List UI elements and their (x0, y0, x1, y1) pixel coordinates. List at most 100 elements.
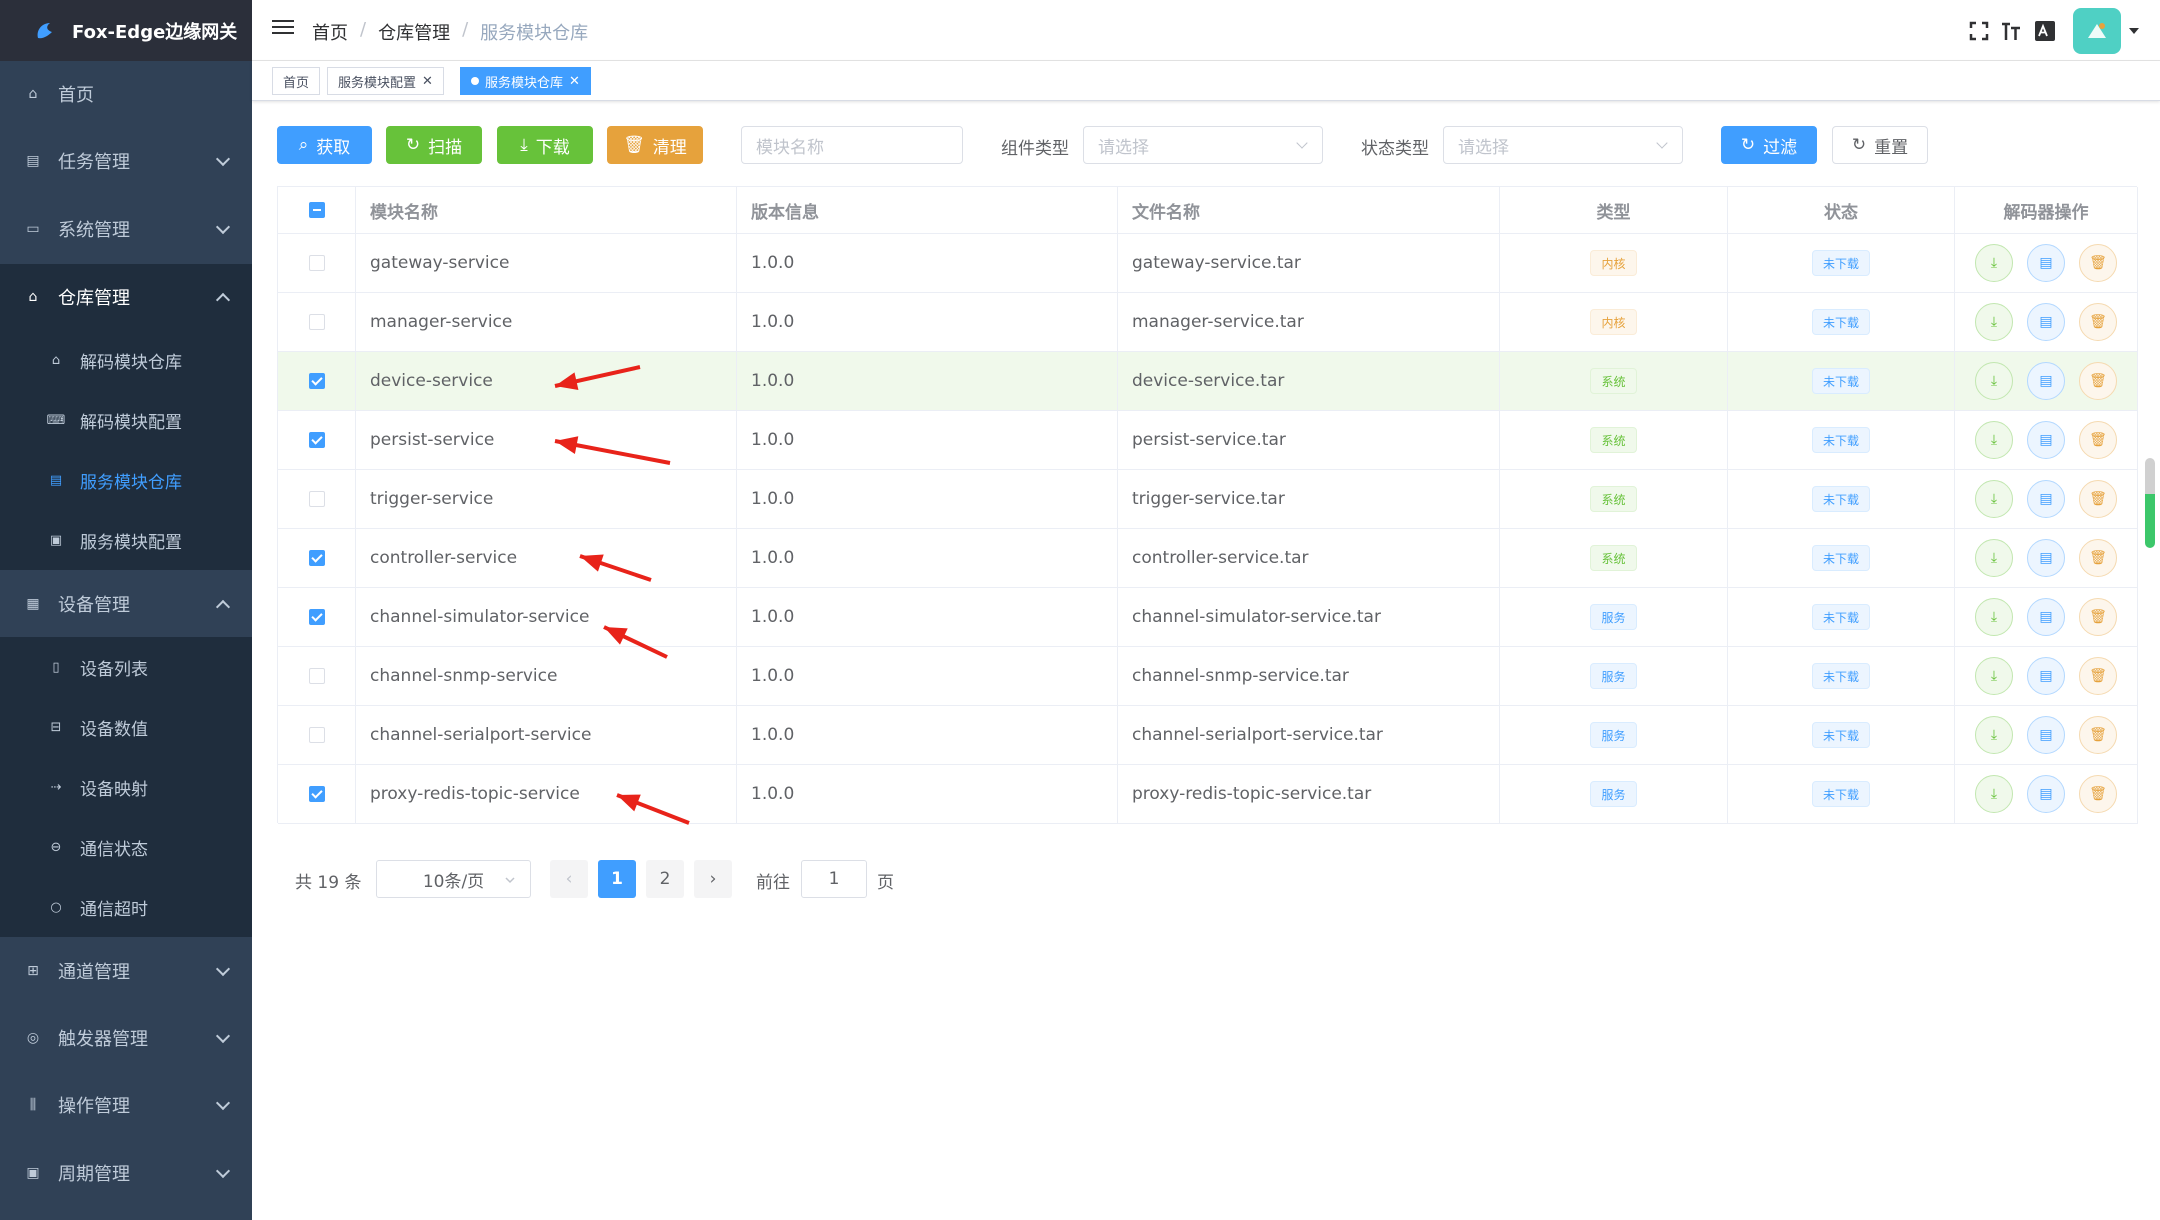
download-icon[interactable]: ⤓ (1975, 598, 2013, 636)
document-icon[interactable]: ▤ (2027, 716, 2065, 754)
table-row[interactable]: controller-service 1.0.0 controller-servic… (278, 529, 2138, 588)
table-row[interactable]: manager-service 1.0.0 manager-service.tar 内… (278, 293, 2138, 352)
font-size-icon[interactable] (2000, 20, 2022, 42)
sidebar-item-operate[interactable]: ⫼ 操作管理 (0, 1072, 252, 1138)
trash-icon[interactable]: 🗑 (2079, 244, 2117, 282)
tag-service-config[interactable]: 服务模块配置 ✕ (327, 67, 444, 95)
fetch-button[interactable]: ⌕ 获取 (277, 126, 372, 164)
goto-page-input[interactable]: 1 (801, 860, 867, 898)
trash-icon[interactable]: 🗑 (2079, 657, 2117, 695)
breadcrumb-repo[interactable]: 仓库管理 (378, 19, 450, 45)
download-icon[interactable]: ⤓ (1975, 480, 2013, 518)
sidebar-item-comm-status[interactable]: ⊖ 通信状态 (0, 817, 252, 877)
language-icon[interactable] (2034, 20, 2056, 42)
navbar: 首页 / 仓库管理 / 服务模块仓库 (252, 0, 2160, 61)
sidebar-item-device-data[interactable]: ⊟ 设备数值 (0, 697, 252, 757)
document-icon[interactable]: ▤ (2027, 362, 2065, 400)
download-icon[interactable]: ⤓ (1975, 775, 2013, 813)
row-checkbox[interactable] (308, 668, 325, 684)
prev-page-button[interactable]: ‹ (550, 860, 588, 898)
sidebar-item-period[interactable]: ▣ 周期管理 (0, 1140, 252, 1206)
clean-button[interactable]: 🗑 清理 (607, 126, 703, 164)
row-checkbox[interactable] (308, 550, 325, 566)
document-icon[interactable]: ▤ (2027, 598, 2065, 636)
trash-icon[interactable]: 🗑 (2079, 303, 2117, 341)
sidebar-item-service-repo[interactable]: ▤ 服务模块仓库 (0, 450, 252, 510)
table-row[interactable]: gateway-service 1.0.0 gateway-service.tar 内… (278, 234, 2138, 293)
sidebar-item-service-config[interactable]: ▣ 服务模块配置 (0, 510, 252, 570)
download-button[interactable]: ⤓ 下载 (497, 126, 593, 164)
row-checkbox[interactable] (308, 786, 325, 802)
select-all-checkbox[interactable] (308, 202, 325, 218)
download-icon[interactable]: ⤓ (1975, 303, 2013, 341)
trash-icon[interactable]: 🗑 (2079, 362, 2117, 400)
app-logo[interactable]: Fox-Edge边缘网关 (0, 0, 252, 61)
page-button-1[interactable]: 1 (598, 860, 636, 898)
caret-down-icon[interactable] (2129, 28, 2139, 34)
reset-button[interactable]: ↻ 重置 (1832, 126, 1928, 164)
table-row[interactable]: trigger-service 1.0.0 trigger-service.tar 系… (278, 470, 2138, 529)
sidebar-item-repo[interactable]: ⌂ 仓库管理 (0, 264, 252, 330)
avatar[interactable] (2073, 8, 2121, 54)
sidebar-item-device-mapping[interactable]: ⇢ 设备映射 (0, 757, 252, 817)
document-icon[interactable]: ▤ (2027, 775, 2065, 813)
row-checkbox[interactable] (308, 609, 325, 625)
document-icon[interactable]: ▤ (2027, 539, 2065, 577)
document-icon[interactable]: ▤ (2027, 480, 2065, 518)
row-checkbox[interactable] (308, 491, 325, 507)
trash-icon[interactable]: 🗑 (2079, 598, 2117, 636)
table-row[interactable]: channel-simulator-service 1.0.0 channel-si… (278, 588, 2138, 647)
sidebar-item-system[interactable]: ▭ 系统管理 (0, 196, 252, 262)
next-page-button[interactable]: › (694, 860, 732, 898)
document-icon[interactable]: ▤ (2027, 303, 2065, 341)
document-icon[interactable]: ▤ (2027, 421, 2065, 459)
document-icon[interactable]: ▤ (2027, 244, 2065, 282)
filter-button[interactable]: ↻ 过滤 (1721, 126, 1817, 164)
download-icon[interactable]: ⤓ (1975, 421, 2013, 459)
download-icon[interactable]: ⤓ (1975, 716, 2013, 754)
row-checkbox[interactable] (308, 255, 325, 271)
tag-home[interactable]: 首页 (272, 67, 321, 95)
fullscreen-icon[interactable] (1968, 20, 1990, 42)
trash-icon[interactable]: 🗑 (2079, 775, 2117, 813)
sidebar-item-device[interactable]: ▦ 设备管理 (0, 571, 252, 637)
sidebar-item-home[interactable]: ⌂ 首页 (0, 61, 252, 127)
sidebar-item-comm-timeout[interactable]: ○ 通信超时 (0, 877, 252, 937)
tag-service-repo[interactable]: 服务模块仓库 ✕ (460, 67, 591, 95)
table-row[interactable]: channel-serialport-service 1.0.0 channel-s… (278, 706, 2138, 765)
trash-icon[interactable]: 🗑 (2079, 480, 2117, 518)
row-checkbox[interactable] (308, 373, 325, 389)
breadcrumb-home[interactable]: 首页 (312, 19, 348, 45)
table-row[interactable]: device-service 1.0.0 device-service.tar 系统 未… (278, 352, 2138, 411)
sidebar-item-task[interactable]: ▤ 任务管理 (0, 128, 252, 194)
page-button-2[interactable]: 2 (646, 860, 684, 898)
status-type-select[interactable]: 请选择 (1443, 126, 1683, 164)
row-checkbox[interactable] (308, 432, 325, 448)
page-size-select[interactable]: 10条/页 (376, 860, 531, 898)
sidebar-item-decoder-repo[interactable]: ⌂ 解码模块仓库 (0, 330, 252, 390)
sidebar-item-channel[interactable]: ⊞ 通道管理 (0, 938, 252, 1004)
close-icon[interactable]: ✕ (422, 74, 433, 89)
module-name-input[interactable]: 模块名称 (741, 126, 963, 164)
download-icon[interactable]: ⤓ (1975, 657, 2013, 695)
row-checkbox[interactable] (308, 314, 325, 330)
document-icon[interactable]: ▤ (2027, 657, 2065, 695)
sidebar-item-device-list[interactable]: ▯ 设备列表 (0, 637, 252, 697)
table-row[interactable]: channel-snmp-service 1.0.0 channel-snmp-se… (278, 647, 2138, 706)
sidebar-item-decoder-config[interactable]: ⌨ 解码模块配置 (0, 390, 252, 450)
trash-icon[interactable]: 🗑 (2079, 421, 2117, 459)
scan-button[interactable]: ↻ 扫描 (386, 126, 482, 164)
scrollbar-thumb[interactable] (2145, 458, 2155, 548)
sidebar-item-trigger[interactable]: ◎ 触发器管理 (0, 1005, 252, 1071)
row-checkbox[interactable] (308, 727, 325, 743)
table-row[interactable]: persist-service 1.0.0 persist-service.tar 系… (278, 411, 2138, 470)
trash-icon[interactable]: 🗑 (2079, 716, 2117, 754)
table-row[interactable]: proxy-redis-topic-service 1.0.0 proxy-redi… (278, 765, 2138, 824)
component-type-select[interactable]: 请选择 (1083, 126, 1323, 164)
download-icon[interactable]: ⤓ (1975, 362, 2013, 400)
trash-icon[interactable]: 🗑 (2079, 539, 2117, 577)
close-icon[interactable]: ✕ (569, 74, 580, 89)
hamburger-icon[interactable] (272, 20, 294, 40)
download-icon[interactable]: ⤓ (1975, 244, 2013, 282)
download-icon[interactable]: ⤓ (1975, 539, 2013, 577)
